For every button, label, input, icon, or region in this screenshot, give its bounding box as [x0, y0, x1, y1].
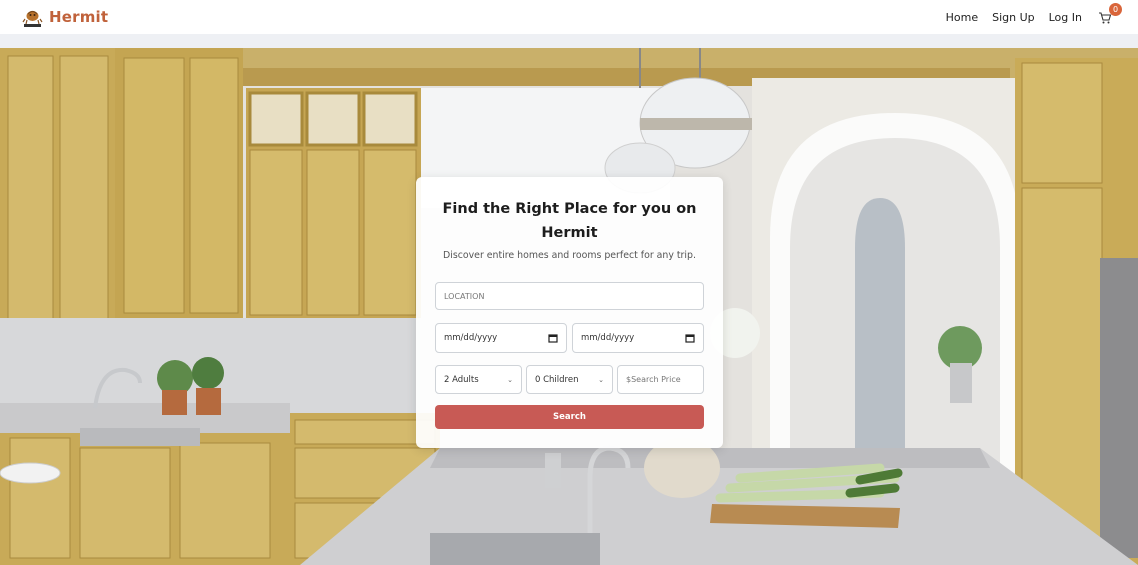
nav-home-link[interactable]: Home [946, 11, 978, 24]
calendar-icon[interactable] [548, 333, 558, 343]
calendar-icon[interactable] [685, 333, 695, 343]
checkin-placeholder: mm/dd/yyyy [444, 333, 498, 343]
price-input[interactable]: $Search Price [617, 365, 704, 394]
nav-signup-link[interactable]: Sign Up [992, 11, 1035, 24]
card-subtitle: Discover entire homes and rooms perfect … [443, 250, 696, 261]
children-value: 0 Children [535, 374, 579, 385]
header-spacer [0, 34, 1138, 48]
nav-login-link[interactable]: Log In [1049, 11, 1082, 24]
location-placeholder: LOCATION [444, 291, 485, 301]
brand-name: Hermit [49, 8, 109, 26]
cart-button[interactable]: 0 [1098, 3, 1122, 25]
checkout-date-input[interactable]: mm/dd/yyyy [572, 323, 704, 353]
top-navbar: Hermit Home Sign Up Log In 0 [0, 0, 1138, 34]
adults-select[interactable]: 2 Adults ⌄ [435, 365, 522, 394]
cart-count-badge: 0 [1109, 3, 1122, 16]
chevron-down-icon: ⌄ [507, 375, 513, 384]
location-input[interactable]: LOCATION [435, 282, 704, 310]
card-title: Find the Right Place for you on Hermit [442, 201, 697, 241]
children-select[interactable]: 0 Children ⌄ [526, 365, 613, 394]
brand-link[interactable]: Hermit [22, 7, 108, 28]
price-placeholder: $Search Price [626, 375, 681, 384]
hermit-crab-logo-icon [22, 7, 43, 28]
chevron-down-icon: ⌄ [598, 375, 604, 384]
checkout-placeholder: mm/dd/yyyy [581, 333, 635, 343]
search-button[interactable]: Search [435, 405, 704, 429]
checkin-date-input[interactable]: mm/dd/yyyy [435, 323, 567, 353]
adults-value: 2 Adults [444, 374, 479, 385]
search-card: Find the Right Place for you on Hermit D… [416, 177, 723, 448]
